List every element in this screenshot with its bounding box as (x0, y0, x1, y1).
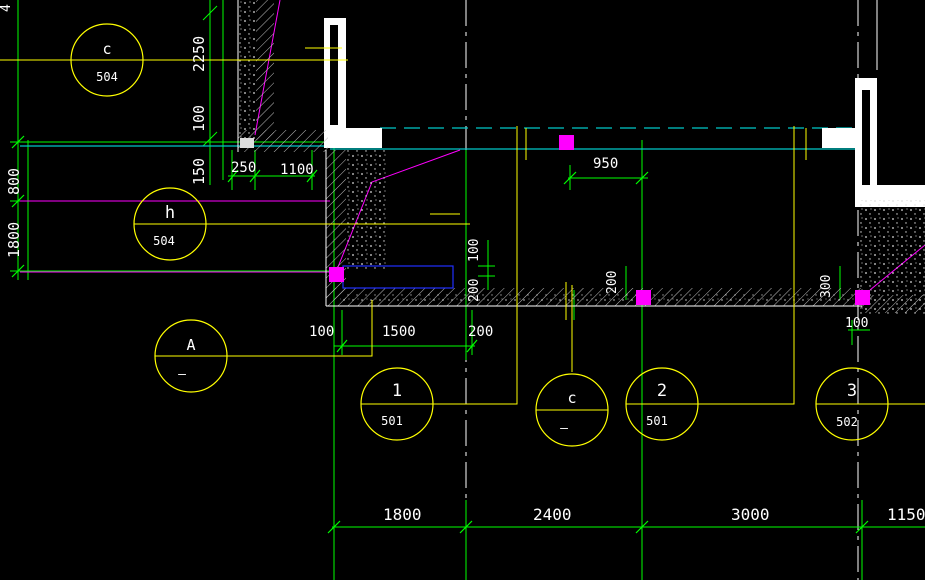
callout-top-label: 1 (392, 381, 402, 401)
dim-150: 150 (190, 158, 208, 185)
dim-1800: 1800 (383, 505, 422, 524)
marker-square (559, 135, 574, 150)
callout-bottom-label: 501 (381, 414, 403, 428)
callout-top-label: h (165, 203, 175, 223)
dim-200: 200 (605, 271, 620, 294)
callout-top-label: 3 (847, 381, 857, 401)
callout-bottom-label: 504 (96, 70, 118, 84)
marker-square (855, 290, 870, 305)
callout-top-label: 2 (657, 381, 667, 401)
callout-bottom-label: 501 (646, 414, 668, 428)
dim-800: 800 (5, 168, 23, 195)
callout-top-label: A (186, 336, 195, 354)
marker-square (329, 267, 344, 282)
cad-drawing-canvas[interactable]: c 504 h 504 A — 1 501 c — 2 501 3 502 4 … (0, 0, 925, 580)
dim-1500: 1500 (382, 324, 416, 340)
dim-1100: 1100 (280, 162, 314, 178)
marker-square (636, 290, 651, 305)
callout-bottom-label: 504 (153, 234, 175, 248)
dim-250: 250 (231, 160, 256, 176)
top-edge-label: 4 (0, 4, 14, 12)
dim-3000: 3000 (731, 505, 770, 524)
callout-top-label: c (102, 40, 111, 58)
dim-1800: 1800 (5, 222, 23, 258)
callout-bottom-label: 502 (836, 415, 858, 429)
callout-bottom-label: — (560, 421, 568, 436)
dim-300: 300 (819, 275, 834, 298)
dim-100: 100 (190, 105, 208, 132)
dim-100: 100 (845, 316, 868, 331)
dim-200: 200 (467, 279, 482, 302)
dim-200: 200 (468, 324, 493, 340)
dim-100: 100 (467, 239, 482, 262)
dim-2400: 2400 (533, 505, 572, 524)
dim-2250: 2250 (190, 36, 208, 72)
dim-1150: 1150 (887, 505, 925, 524)
callout-top-label: c (567, 389, 576, 407)
dim-950: 950 (593, 156, 618, 172)
dim-100: 100 (309, 324, 334, 340)
callout-bottom-label: — (178, 367, 186, 382)
